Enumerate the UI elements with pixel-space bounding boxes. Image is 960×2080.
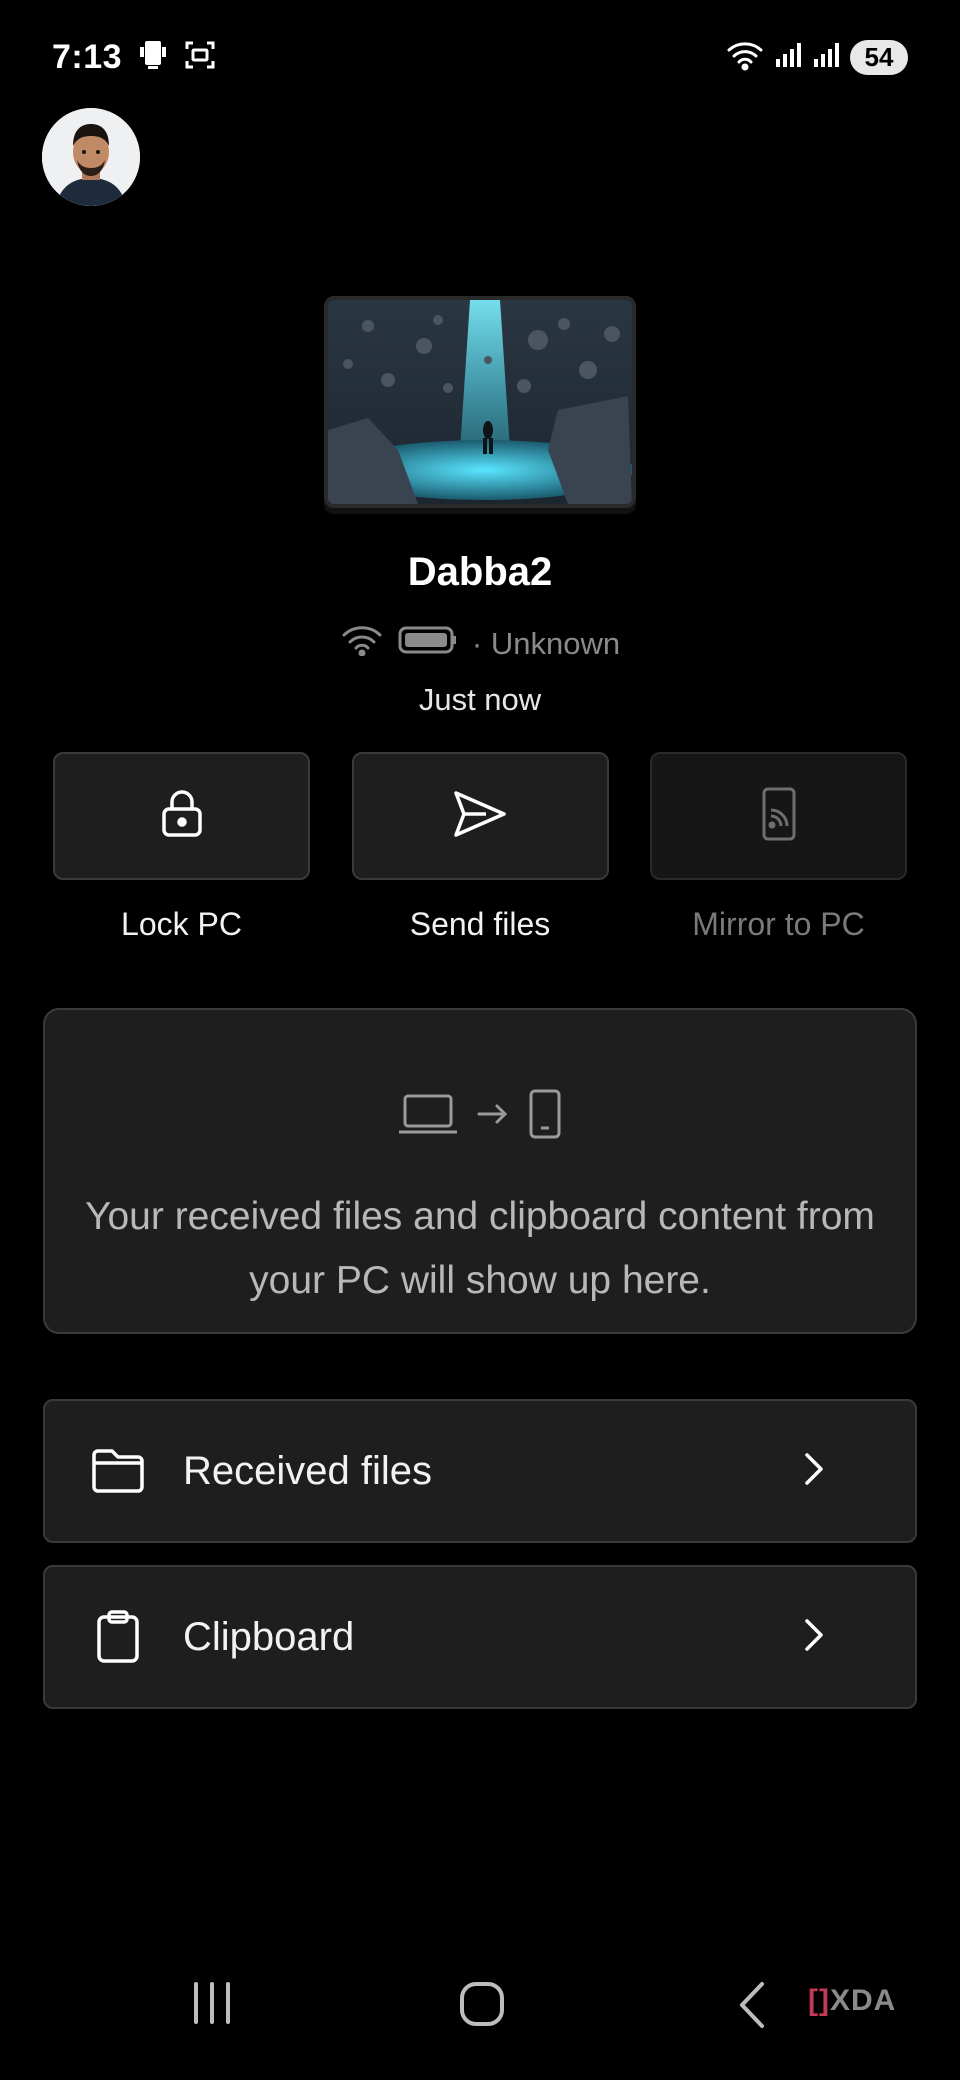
pc-to-phone-illustration bbox=[397, 1088, 563, 1145]
screen-mirror-icon bbox=[138, 39, 168, 76]
laptop-icon bbox=[397, 1092, 459, 1141]
screen: 7:13 54 Dabba2 · Unknown Just now Lock P… bbox=[0, 0, 960, 2080]
watermark-bracket: [] bbox=[808, 1984, 830, 2017]
status-right: 54 bbox=[726, 39, 908, 76]
chevron-right-icon bbox=[803, 1617, 825, 1658]
folder-icon bbox=[89, 1442, 147, 1500]
status-bar: 7:13 54 bbox=[52, 30, 908, 84]
battery-indicator: 54 bbox=[850, 39, 908, 75]
screenshot-icon bbox=[184, 39, 216, 76]
lock-pc-label: Lock PC bbox=[121, 906, 242, 942]
received-files-label: Received files bbox=[183, 1448, 433, 1493]
back-icon[interactable] bbox=[736, 1980, 768, 2035]
wifi-icon bbox=[340, 624, 384, 664]
lock-pc-tile[interactable] bbox=[53, 752, 310, 880]
last-seen-text: Just now bbox=[418, 682, 542, 717]
clipboard-icon bbox=[89, 1608, 147, 1666]
connection-status-text: · Unknown bbox=[471, 626, 621, 661]
wifi-icon bbox=[726, 39, 764, 76]
status-time: 7:13 bbox=[52, 37, 123, 76]
quick-actions: Lock PC Send files Mirror to PC bbox=[53, 752, 907, 943]
watermark-logo: []XDA bbox=[808, 1984, 896, 2018]
send-files-label: Send files bbox=[409, 906, 551, 942]
cast-icon bbox=[761, 786, 797, 847]
mirror-to-pc-button[interactable]: Mirror to PC bbox=[650, 752, 907, 943]
send-icon bbox=[452, 789, 508, 844]
lock-pc-button[interactable]: Lock PC bbox=[53, 752, 310, 943]
send-files-tile[interactable] bbox=[351, 752, 609, 880]
received-content-card: Your received files and clipboard conten… bbox=[43, 1008, 917, 1334]
clipboard-label: Clipboard bbox=[183, 1614, 355, 1659]
signal-icon bbox=[812, 41, 840, 74]
home-icon[interactable] bbox=[458, 1980, 506, 2033]
device-name: Dabba2 bbox=[407, 550, 553, 594]
arrow-right-icon bbox=[475, 1100, 511, 1133]
watermark-text: XDA bbox=[829, 1984, 897, 2017]
recent-apps-icon[interactable] bbox=[190, 1980, 234, 2031]
send-files-button[interactable]: Send files bbox=[351, 752, 609, 943]
mirror-to-pc-label: Mirror to PC bbox=[692, 906, 865, 942]
signal-icon bbox=[774, 41, 802, 74]
received-content-message: Your received files and clipboard conten… bbox=[85, 1195, 875, 1302]
phone-icon bbox=[527, 1088, 563, 1145]
chevron-right-icon bbox=[803, 1451, 825, 1492]
avatar[interactable] bbox=[42, 108, 140, 206]
received-files-row[interactable]: Received files bbox=[43, 1399, 917, 1543]
status-left: 7:13 bbox=[52, 38, 216, 77]
clipboard-row[interactable]: Clipboard bbox=[43, 1565, 917, 1709]
mirror-to-pc-tile[interactable] bbox=[650, 752, 907, 880]
lock-icon bbox=[159, 789, 205, 844]
battery-icon bbox=[398, 624, 458, 664]
device-wallpaper-thumbnail bbox=[324, 296, 636, 508]
device-status: · Unknown bbox=[0, 624, 960, 664]
